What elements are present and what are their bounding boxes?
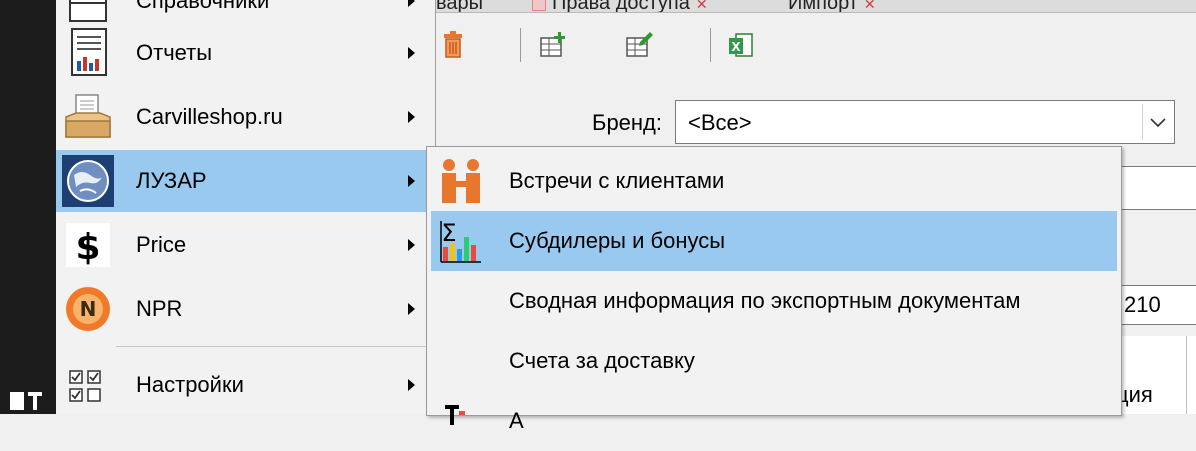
menu-item-luzar[interactable]: ЛУЗАР: [56, 150, 434, 212]
submenu-arrow-icon: [408, 379, 415, 391]
submenu-arrow-icon: [408, 111, 415, 123]
submenu-arrow-icon: [408, 47, 415, 59]
delete-icon[interactable]: [438, 30, 468, 60]
submenu-arrow-icon: [408, 0, 415, 7]
svg-text:$: $: [75, 227, 100, 268]
menu-item-carvilleshop[interactable]: Carvilleshop.ru: [56, 86, 434, 148]
toolbar-separator: [520, 28, 521, 62]
submenu-item-client-meetings[interactable]: Встречи с клиентами: [431, 151, 1117, 211]
brand-dropdown-button[interactable]: [1142, 104, 1173, 140]
submenu-item-label: Встречи с клиентами: [509, 168, 725, 193]
npr-icon: N: [66, 287, 110, 331]
submenu-item-delivery-invoices[interactable]: Счета за доставку: [431, 331, 1117, 391]
shop-icon: [65, 94, 111, 138]
close-icon[interactable]: ✕: [696, 0, 708, 12]
grid-column-divider: [1186, 336, 1187, 414]
menu-item-reports[interactable]: Отчеты: [56, 22, 434, 84]
tab-label: вары: [436, 0, 484, 12]
tab-bar: вары Права доступа ✕ Импорт ✕: [436, 0, 1196, 13]
logo-fragment-icon: [10, 392, 42, 410]
submenu-arrow-icon: [408, 239, 415, 251]
edit-row-icon[interactable]: [624, 30, 654, 60]
filter-input[interactable]: [1115, 166, 1196, 210]
menu-item-settings[interactable]: Настройки: [56, 354, 434, 416]
submenu-item-label: Субдилеры и бонусы: [509, 228, 726, 253]
text-tool-icon: [445, 405, 465, 425]
add-row-icon[interactable]: [538, 30, 568, 60]
svg-text:X: X: [731, 40, 741, 54]
brand-label: Бренд:: [592, 110, 663, 135]
brand-select-value: <Все>: [688, 110, 752, 135]
globe-icon: [62, 155, 114, 207]
luzar-submenu: Встречи с клиентами Σ Субдилеры и бонусы…: [426, 146, 1122, 433]
sigma-chart-icon: Σ: [440, 219, 481, 263]
meeting-icon: [442, 159, 480, 203]
filter-input-value: 210: [1124, 292, 1161, 317]
menu-item-label: Carvilleshop.ru: [136, 104, 283, 129]
submenu-item-subdealers-bonuses[interactable]: Σ Субдилеры и бонусы: [431, 211, 1117, 271]
svg-text:Σ: Σ: [441, 219, 456, 247]
excel-export-icon[interactable]: X: [726, 30, 756, 60]
menu-item-npr[interactable]: N NPR: [56, 278, 434, 340]
menu-item-label: NPR: [136, 296, 183, 321]
dollar-icon: $: [66, 223, 110, 268]
submenu-item-label: Сводная информация по экспортным докумен…: [509, 288, 1021, 313]
menu-item-label: Отчеты: [136, 40, 213, 65]
chevron-down-icon: [1150, 118, 1166, 128]
tab-goods[interactable]: вары: [436, 0, 530, 12]
tab-label: Права доступа: [552, 0, 690, 12]
toolbar-separator: [710, 28, 711, 62]
svg-text:N: N: [80, 297, 97, 321]
tab-close-square-icon[interactable]: [532, 0, 546, 11]
submenu-arrow-icon: [408, 175, 415, 187]
menu-item-label: Настройки: [136, 372, 244, 397]
submenu-item-label: Счета за доставку: [509, 348, 695, 373]
reports-icon: [71, 28, 107, 76]
tab-access-rights[interactable]: Права доступа ✕: [532, 0, 784, 12]
submenu-item-partial[interactable]: А: [431, 391, 1117, 451]
settings-checklist-icon: [69, 370, 101, 402]
tab-label: Импорт: [788, 0, 858, 12]
close-icon[interactable]: ✕: [864, 0, 876, 12]
menu-item-price[interactable]: $ Price: [56, 214, 434, 276]
left-sidebar-strip: [0, 0, 56, 414]
main-popup-menu: Справочники Отчеты Carvilleshop.ru ЛУЗАР…: [56, 0, 436, 414]
submenu-arrow-icon: [408, 303, 415, 315]
submenu-item-label: А: [509, 408, 524, 433]
menu-separator: [116, 346, 432, 347]
menu-item-label: Price: [136, 232, 187, 257]
submenu-item-export-docs-summary[interactable]: Сводная информация по экспортным докумен…: [431, 271, 1117, 331]
menu-item-label: ЛУЗАР: [136, 168, 207, 193]
tab-import[interactable]: Импорт ✕: [788, 0, 928, 12]
